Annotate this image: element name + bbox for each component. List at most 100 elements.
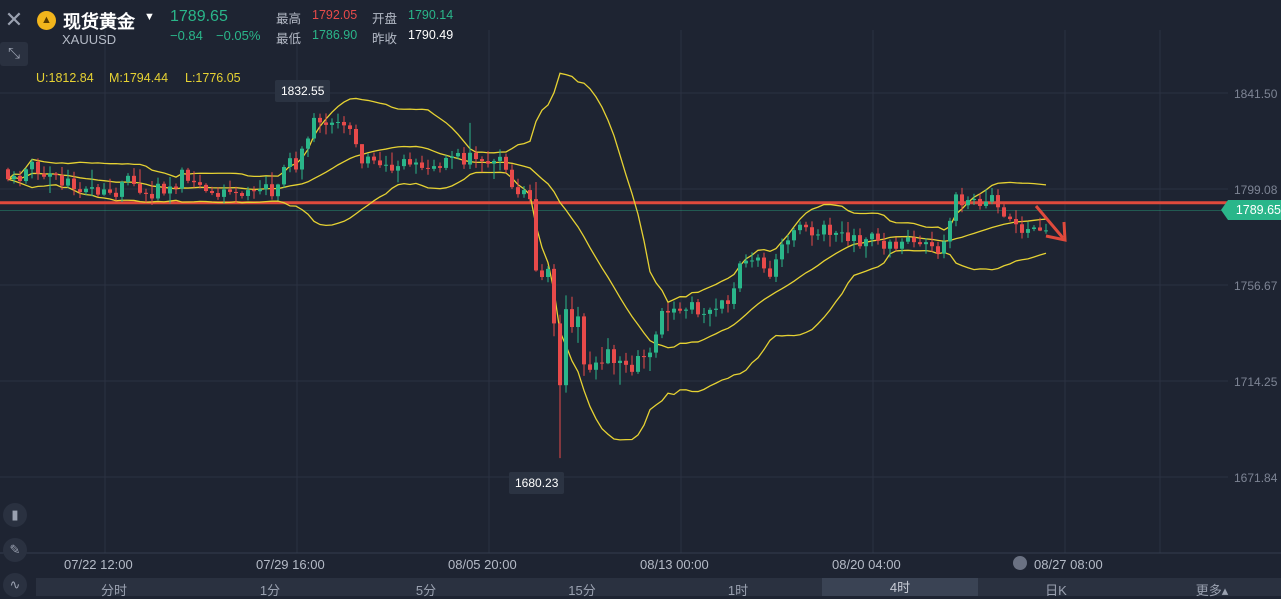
candle-body [930,242,934,247]
candle-body [336,121,340,123]
candle-body [444,157,448,168]
candle-body [498,156,502,161]
tab-timeshare[interactable]: 分时 [36,580,192,599]
instrument-code: XAUUSD [62,32,117,47]
prev-close-label: 昨收 [372,32,398,46]
candle-body [462,152,466,165]
candle-body [96,187,100,195]
candle-body [408,159,412,165]
y-tick-label: 1841.50 [1234,87,1278,101]
candle-body [450,156,454,158]
candle-body [648,352,652,358]
candle-body [204,184,208,192]
candle-body [42,173,46,177]
candle-body [942,241,946,254]
candle-body [600,362,604,364]
candle-body [852,235,856,242]
gold-bars-icon: ▲ [37,11,56,30]
candle-body [156,183,160,199]
candle-body [996,195,1000,208]
candle-body [1044,230,1048,232]
y-tick-label: 1714.25 [1234,375,1278,389]
candle-body [918,242,922,245]
candle-body [426,167,430,169]
candle-body [882,240,886,249]
candle-body [348,125,352,129]
candle-body [984,201,988,206]
candle-body [660,310,664,335]
candle-body [390,164,394,171]
x-tick-label: 08/13 00:00 [640,557,709,572]
tab-1hour[interactable]: 1时 [660,580,816,599]
candle-body [738,263,742,289]
chart-canvas[interactable] [0,0,1281,596]
y-tick-label: 1756.67 [1234,279,1278,293]
candle-body [108,189,112,193]
candle-body [510,169,514,188]
candle-body [666,310,670,313]
instrument-name[interactable]: 现货黄金 [63,8,135,34]
close-icon[interactable]: ✕ [0,6,28,34]
candle-body [726,300,730,304]
tab-more[interactable]: 更多▴ [1134,580,1281,599]
candle-body [18,175,22,182]
candle-body [516,187,520,195]
current-price: 1789.65 [170,8,228,25]
candle-body [702,313,706,315]
candle-body [378,160,382,166]
candle-body [72,178,76,190]
expand-arrows-icon[interactable]: ⤡ [0,42,28,66]
candle-body [432,166,436,169]
candle-body [1020,224,1024,233]
candle-body [834,232,838,235]
candle-body [1014,219,1018,225]
candle-body [846,232,850,242]
scroll-handle[interactable] [1013,556,1027,570]
candle-body [606,349,610,364]
tab-daily[interactable]: 日K [978,580,1134,599]
candle-body [708,309,712,314]
candle-body [24,169,28,182]
candle-body [78,189,82,193]
candlestick-icon[interactable]: ▮ [3,503,27,527]
tab-4hour[interactable]: 4时 [822,578,978,596]
candle-body [210,191,214,194]
low-label: 最低 [276,32,302,46]
candle-body [966,200,970,206]
candle-body [66,178,70,186]
candle-body [192,180,196,183]
x-tick-label: 08/27 08:00 [1034,557,1103,572]
candle-body [744,260,748,264]
candle-body [546,268,550,278]
candle-body [330,122,334,125]
candle-body [168,186,172,194]
candle-body [492,160,496,164]
indicator-icon[interactable]: ∿ [3,573,27,597]
candle-body [306,138,310,149]
tab-5min[interactable]: 5分 [348,580,504,599]
candle-body [396,166,400,171]
chevron-down-icon[interactable]: ▼ [144,11,155,23]
x-tick-label: 07/22 12:00 [64,557,133,572]
tab-15min[interactable]: 15分 [504,580,660,599]
candle-body [750,260,754,262]
candle-body [978,198,982,206]
candle-body [372,156,376,161]
candle-body [540,270,544,278]
candle-body [174,186,178,189]
candle-body [216,193,220,197]
candle-body [270,184,274,197]
candle-body [762,257,766,269]
candle-body [222,189,226,197]
candle-body [954,194,958,221]
candle-body [354,128,358,145]
candle-body [624,360,628,365]
candle-body [186,169,190,181]
candle-body [564,309,568,386]
candle-body [840,232,844,234]
candle-body [1038,227,1042,231]
candle-body [576,316,580,328]
tab-1min[interactable]: 1分 [192,580,348,599]
boll-middle-value: M:1794.44 [109,71,169,85]
pencil-icon[interactable]: ✎ [3,538,27,562]
